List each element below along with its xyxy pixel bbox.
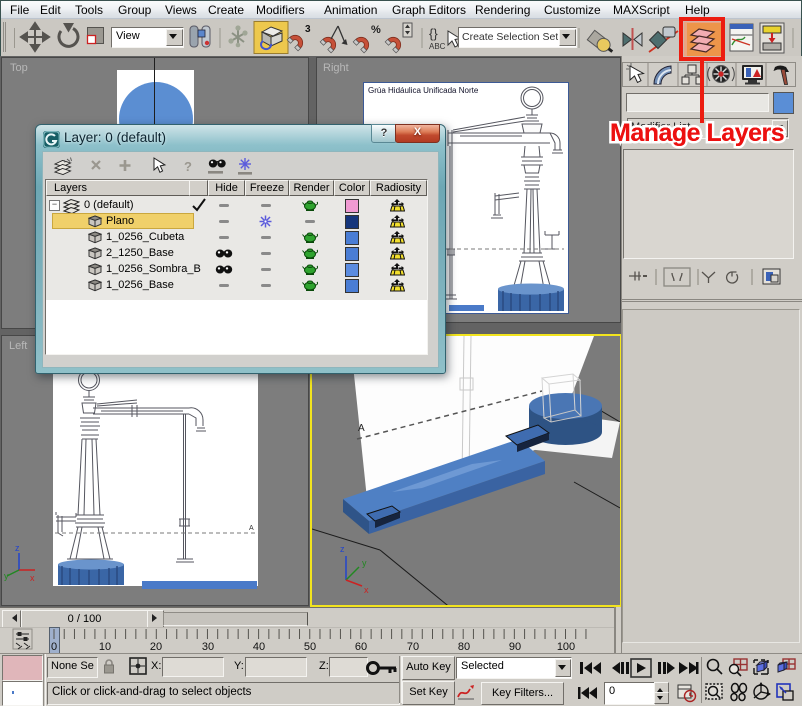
svg-text:20: 20 [150, 641, 162, 653]
svg-text:40: 40 [253, 641, 265, 653]
svg-text:A: A [358, 423, 365, 434]
svg-text:y: y [4, 571, 9, 581]
svg-text:3: 3 [305, 24, 311, 35]
svg-text:60: 60 [355, 641, 367, 653]
svg-text:100: 100 [557, 641, 575, 653]
svg-text:ABC: ABC [429, 42, 446, 51]
svg-text:A: A [249, 525, 254, 532]
svg-text:y: y [362, 558, 367, 568]
svg-text:%: % [371, 24, 381, 36]
svg-text:30: 30 [202, 641, 214, 653]
svg-text:Manage Layers: Manage Layers [610, 119, 784, 147]
svg-text:x: x [30, 573, 35, 583]
svg-text:0: 0 [51, 641, 57, 653]
svg-text:x: x [364, 585, 369, 595]
svg-text:{}: {} [429, 26, 438, 41]
svg-text:10: 10 [99, 641, 111, 653]
svg-text:z: z [15, 543, 20, 553]
svg-text:80: 80 [458, 641, 470, 653]
svg-text:Grúa Hidáulica Unificada Norte: Grúa Hidáulica Unificada Norte [368, 86, 479, 95]
svg-text:90: 90 [509, 641, 521, 653]
svg-text:?: ? [184, 159, 192, 174]
svg-text:50: 50 [304, 641, 316, 653]
svg-text:z: z [340, 544, 345, 554]
svg-text:70: 70 [407, 641, 419, 653]
